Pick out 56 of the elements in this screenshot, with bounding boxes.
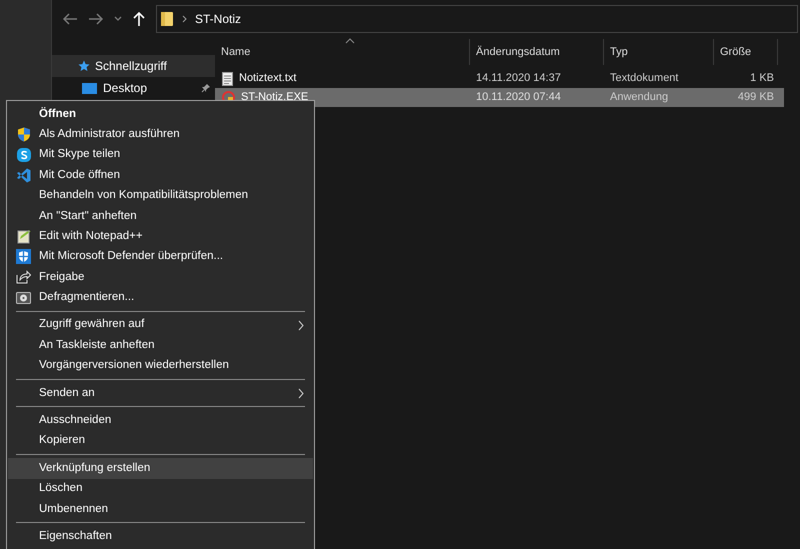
menu-item[interactable]: Umbenennen [8,499,313,520]
shield-icon [16,127,30,142]
notepad-icon [16,229,30,244]
address-bar[interactable]: ST-Notiz [156,5,798,33]
menu-item[interactable]: Mit Microsoft Defender überprüfen... [8,246,313,268]
menu-item[interactable]: Edit with Notepad++ [8,226,313,247]
menu-item[interactable]: Löschen [8,478,313,500]
menu-item[interactable]: Defragmentieren... [8,288,313,308]
defragment-icon [16,290,31,305]
column-header[interactable]: Name [215,39,470,65]
forward-icon[interactable] [88,12,104,26]
menu-item[interactable]: An Taskleiste anheften [8,335,313,356]
file-size: 499 KB [736,90,775,106]
share-icon [16,270,31,284]
menu-item[interactable]: Zugriff gewähren auf [8,314,313,336]
file-name: ST-Notiz.EXE [241,90,308,106]
desktop-icon [82,82,97,94]
defender-icon [16,249,31,264]
up-icon[interactable] [132,11,146,27]
menu-item[interactable]: Kopieren [8,430,313,452]
column-header[interactable]: Änderungsdatum [470,39,604,65]
file-date: 14.11.2020 14:37 [475,71,562,86]
menu-item[interactable]: Mit Code öffnen [8,165,313,186]
menu-item[interactable]: Behandeln von Kompatibilitätsproblemen [8,186,313,206]
file-date: 10.11.2020 07:44 [475,90,562,106]
nav-item[interactable]: Schnellzugriff [52,55,215,77]
menu-item[interactable]: Eigenschaften [8,526,313,547]
star-icon [78,60,90,72]
pin-icon[interactable] [201,83,211,93]
file-row[interactable]: Notiztext.txt 14.11.2020 14:37 Textdokument 1 KB [215,69,784,88]
file-type: Anwendung [609,90,670,106]
menu-item[interactable]: Freigabe [8,267,313,288]
breadcrumb-chevron-icon [182,15,187,23]
column-header[interactable]: Größe [714,39,778,65]
code-editor-icon [16,168,31,183]
menu-item[interactable]: Mit Skype teilen [8,144,313,166]
back-icon[interactable] [62,12,78,26]
file-row[interactable]: ST-Notiz.EXE 10.11.2020 07:44 Anwendung 499 KB [215,88,784,107]
folder-icon [160,11,174,27]
menu-item[interactable]: An "Start" anheften [8,206,313,226]
menu-item[interactable]: Verknüpfung erstellen [8,458,313,479]
menu-item[interactable]: Als Administrator ausführen [8,124,313,145]
chat-icon [16,148,30,162]
chevron-down-icon[interactable] [114,16,122,22]
menu-item[interactable]: Öffnen [8,104,313,124]
menu-item[interactable]: Ausschneiden [8,410,313,431]
menu-item[interactable]: Vorgängerversionen wiederherstellen [8,356,313,376]
file-type: Textdokument [609,71,680,86]
column-header[interactable]: Typ [604,39,714,65]
sort-ascending-icon [345,38,355,44]
address-path[interactable]: ST-Notiz [195,10,242,28]
menu-item[interactable]: Senden an [8,383,313,404]
file-size: 1 KB [749,71,775,86]
nav-item[interactable]: Desktop [52,77,215,99]
document-icon [222,72,233,86]
file-name: Notiztext.txt [239,71,296,86]
